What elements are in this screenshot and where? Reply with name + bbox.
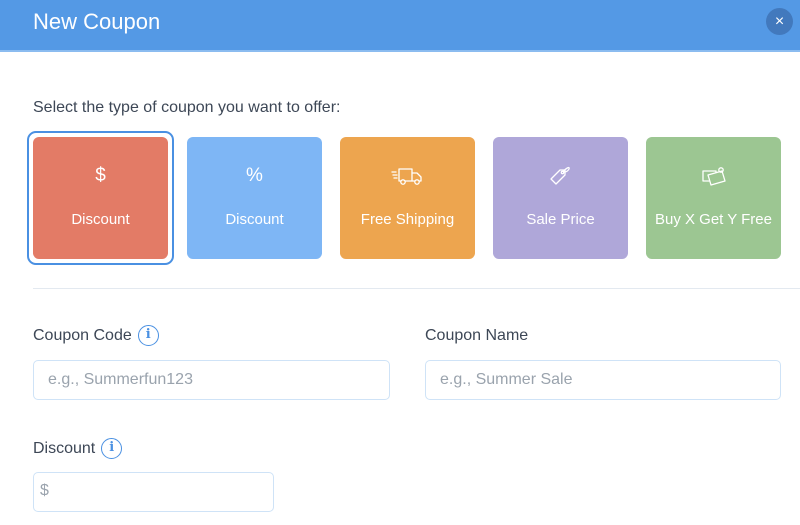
info-icon[interactable]: i [137,325,159,346]
coupon-type-percent-discount[interactable]: % Discount [187,137,322,259]
coupon-type-label: Discount [71,211,130,228]
coupon-type-free-shipping[interactable]: Free Shipping [340,137,475,259]
coupon-type-prompt: Select the type of coupon you want to of… [33,99,341,116]
close-icon: × [774,13,785,30]
coupon-code-label: Coupon Code i [33,325,159,346]
coupon-type-label: Free Shipping [360,211,455,228]
percent-icon: % [246,165,263,186]
dialog-header: New Coupon × [0,0,800,52]
coupon-name-label: Coupon Name [425,327,529,344]
coupon-name-input[interactable] [425,360,781,400]
coupon-type-buy-x-get-y[interactable]: Buy X Get Y Free [646,137,781,259]
coupon-type-dollar-discount[interactable]: $ Discount [27,131,174,265]
gift-card-icon [646,163,781,189]
dialog-title: New Coupon [33,9,161,34]
close-button[interactable]: × [766,8,793,35]
discount-input[interactable] [33,472,274,512]
coupon-type-label: Buy X Get Y Free [654,211,772,228]
tag-icon [493,163,628,189]
coupon-type-label: Sale Price [526,211,595,228]
coupon-code-input[interactable] [33,360,390,400]
dollar-icon: $ [95,165,106,186]
info-icon[interactable]: i [101,438,123,459]
coupon-type-label: Discount [225,211,284,228]
section-divider [33,288,800,289]
discount-label: Discount i [33,438,123,459]
truck-icon [340,163,475,189]
currency-prefix: $ [40,482,49,499]
coupon-type-sale-price[interactable]: Sale Price [493,137,628,259]
